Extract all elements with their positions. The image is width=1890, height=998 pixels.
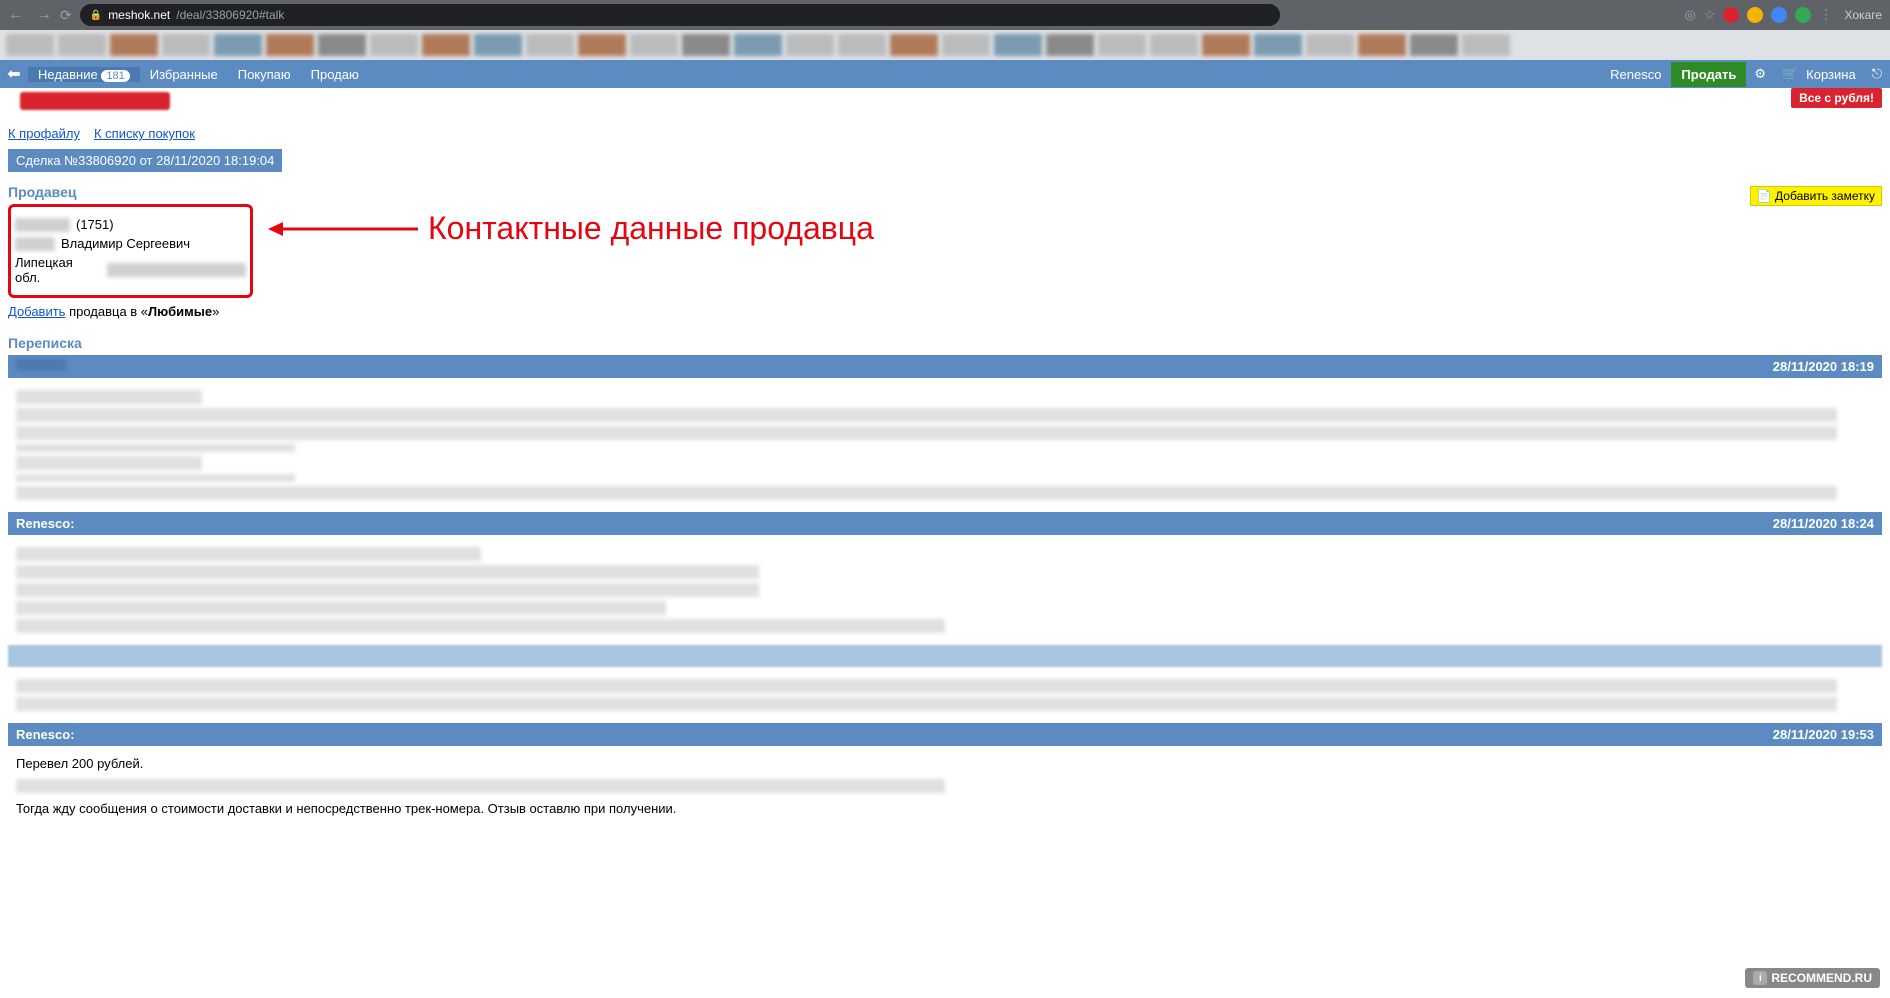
seller-rating: (1751) (76, 217, 114, 232)
url-domain: meshok.net (108, 8, 170, 22)
browser-tabs (0, 30, 1890, 60)
nav-favorites[interactable]: Избранные (140, 67, 228, 82)
nav-arrows: ← → (8, 6, 52, 24)
msg-header-1: 28/11/2020 18:19 (8, 355, 1882, 378)
blurred-field (15, 237, 55, 251)
nav-username[interactable]: Renesco (1600, 67, 1671, 82)
target-icon[interactable]: ◎ (1684, 7, 1695, 23)
nav-back-icon[interactable]: ⬅ (0, 64, 28, 84)
msg-body-3: Перевел 200 рублей. Тогда жду сообщения … (8, 746, 1882, 826)
blurred-username (15, 218, 70, 232)
nav-buying[interactable]: Покупаю (228, 67, 301, 82)
seller-box: (1751) Владимир Сергеевич Липецкая обл. (8, 204, 253, 298)
seller-section: 📄 Добавить заметку Продавец (1751) Влади… (8, 180, 1882, 319)
ext-icon-3[interactable] (1771, 7, 1787, 23)
add-favorite-link[interactable]: Добавить (8, 304, 65, 319)
msg-author-3: Renesco: (16, 727, 75, 742)
msg-header-3: Renesco: 28/11/2020 19:53 (8, 723, 1882, 746)
msg-time-3: 28/11/2020 19:53 (1773, 727, 1874, 742)
seller-region: Липецкая обл. (15, 255, 101, 285)
seller-name: Владимир Сергеевич (61, 236, 190, 251)
seller-title: Продавец (8, 180, 1882, 204)
star-icon[interactable]: ☆ (1704, 7, 1716, 23)
add-note-button[interactable]: 📄 Добавить заметку (1750, 186, 1882, 206)
msg-header-2: Renesco: 28/11/2020 18:24 (8, 512, 1882, 535)
nav-selling[interactable]: Продаю (301, 67, 369, 82)
annotation: Контактные данные продавца (268, 210, 874, 247)
reload-icon[interactable]: ⟳ (60, 7, 72, 24)
abp-icon[interactable] (1723, 7, 1739, 23)
ext-icon-4[interactable] (1795, 7, 1811, 23)
nav-recent[interactable]: Недавние 181 (28, 67, 140, 82)
red-badge[interactable]: Все с рубля! (1791, 88, 1882, 108)
blue-divider (8, 645, 1882, 667)
site-nav: ⬅ Недавние 181 Избранные Покупаю Продаю … (0, 60, 1890, 88)
chrome-extensions: ◎ ☆ ⋮ Хокаге (1684, 7, 1882, 23)
forward-icon[interactable]: → (36, 6, 52, 24)
nav-recent-count: 181 (101, 70, 129, 82)
msg-body-2 (8, 535, 1882, 645)
lock-icon: 🔒 (90, 10, 102, 21)
browser-chrome: ← → ⟳ 🔒 meshok.net/deal/33806920#talk ◎ … (0, 0, 1890, 30)
content: К профайлу К списку покупок Сделка №3380… (0, 110, 1890, 834)
msg-body-2b (8, 667, 1882, 723)
url-bar[interactable]: 🔒 meshok.net/deal/33806920#talk (80, 4, 1280, 26)
back-icon[interactable]: ← (8, 6, 24, 24)
msg-text-3-2: Тогда жду сообщения о стоимости доставки… (16, 799, 1874, 818)
nav-cart-label[interactable]: Корзина (1806, 67, 1864, 82)
gear-icon[interactable]: ⚙ (1746, 66, 1774, 82)
ext-icon-2[interactable] (1747, 7, 1763, 23)
cart-icon[interactable]: 🛒 (1774, 66, 1806, 82)
msg-time-2: 28/11/2020 18:24 (1773, 516, 1874, 531)
msg-author-2: Renesco: (16, 516, 75, 531)
browser-user: Хокаге (1844, 8, 1882, 22)
deal-header: Сделка №33806920 от 28/11/2020 18:19:04 (8, 149, 282, 172)
menu-icon[interactable]: ⋮ (1819, 7, 1832, 23)
links-row: К профайлу К списку покупок (8, 118, 1882, 149)
link-profile[interactable]: К профайлу (8, 126, 80, 141)
link-purchases[interactable]: К списку покупок (94, 126, 195, 141)
url-path: /deal/33806920#talk (176, 8, 284, 22)
blurred-author (16, 359, 66, 371)
arrow-icon (268, 214, 428, 244)
add-favorite: Добавить продавца в «Любимые» (8, 304, 1882, 319)
nav-sell-button[interactable]: Продать (1671, 62, 1746, 87)
blurred-address (107, 263, 246, 277)
watermark: i RECOMMEND.RU (1745, 968, 1880, 988)
msg-body-1 (8, 378, 1882, 512)
msg-text-3-1: Перевел 200 рублей. (16, 754, 1874, 773)
logout-icon[interactable]: ⎋ (1864, 66, 1890, 82)
red-button-blurred (20, 92, 170, 110)
chat-title: Переписка (8, 331, 1882, 355)
msg-time-1: 28/11/2020 18:19 (1773, 359, 1874, 374)
